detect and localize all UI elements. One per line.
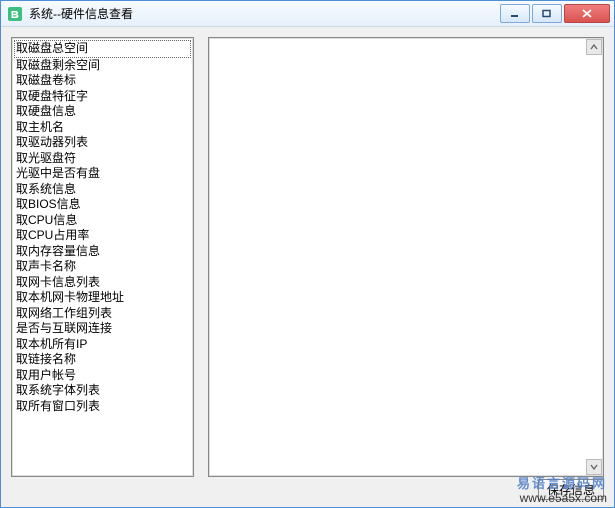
list-item[interactable]: 取声卡名称 — [14, 259, 191, 275]
list-item[interactable]: 取用户帐号 — [14, 368, 191, 384]
close-icon — [581, 9, 593, 19]
list-item[interactable]: 取链接名称 — [14, 352, 191, 368]
list-item[interactable]: 取硬盘信息 — [14, 104, 191, 120]
save-button[interactable]: 保存信息 — [538, 479, 604, 500]
list-item[interactable]: 取CPU信息 — [14, 213, 191, 229]
list-item[interactable]: 取磁盘卷标 — [14, 73, 191, 89]
chevron-up-icon — [590, 43, 598, 51]
list-item[interactable]: 取系统信息 — [14, 182, 191, 198]
list-item[interactable]: 取网络工作组列表 — [14, 306, 191, 322]
minimize-button[interactable] — [500, 4, 530, 23]
list-item[interactable]: 取本机所有IP — [14, 337, 191, 353]
list-item[interactable]: 取CPU占用率 — [14, 228, 191, 244]
list-item[interactable]: 光驱中是否有盘 — [14, 166, 191, 182]
list-item[interactable]: 取内存容量信息 — [14, 244, 191, 260]
list-item[interactable]: 取所有窗口列表 — [14, 399, 191, 415]
function-list[interactable]: 取磁盘总空间取磁盘剩余空间取磁盘卷标取硬盘特征字取硬盘信息取主机名取驱动器列表取… — [11, 37, 194, 477]
app-window: 系统--硬件信息查看 取磁盘总空间取磁盘剩余空间取磁盘卷标取硬盘特征字取硬盘信息… — [0, 0, 615, 508]
chevron-down-icon — [590, 463, 598, 471]
close-button[interactable] — [564, 4, 610, 23]
list-item[interactable]: 取主机名 — [14, 120, 191, 136]
title-bar[interactable]: 系统--硬件信息查看 — [1, 1, 614, 27]
list-item[interactable]: 取光驱盘符 — [14, 151, 191, 167]
list-item[interactable]: 取驱动器列表 — [14, 135, 191, 151]
list-item[interactable]: 取磁盘总空间 — [14, 40, 191, 58]
list-item[interactable]: 取本机网卡物理地址 — [14, 290, 191, 306]
list-item[interactable]: 取BIOS信息 — [14, 197, 191, 213]
window-title: 系统--硬件信息查看 — [29, 5, 500, 22]
minimize-icon — [510, 9, 520, 19]
list-item[interactable]: 取磁盘剩余空间 — [14, 58, 191, 74]
output-panel[interactable] — [208, 37, 604, 477]
panels-row: 取磁盘总空间取磁盘剩余空间取磁盘卷标取硬盘特征字取硬盘信息取主机名取驱动器列表取… — [11, 37, 604, 477]
list-item[interactable]: 取系统字体列表 — [14, 383, 191, 399]
app-icon — [7, 6, 23, 22]
scroll-up-button[interactable] — [586, 39, 602, 55]
list-item[interactable]: 是否与互联网连接 — [14, 321, 191, 337]
list-item[interactable]: 取网卡信息列表 — [14, 275, 191, 291]
scroll-down-button[interactable] — [586, 459, 602, 475]
list-item[interactable]: 取硬盘特征字 — [14, 89, 191, 105]
bottom-toolbar: 保存信息 — [11, 477, 604, 501]
client-area: 取磁盘总空间取磁盘剩余空间取磁盘卷标取硬盘特征字取硬盘信息取主机名取驱动器列表取… — [1, 27, 614, 507]
maximize-icon — [542, 9, 552, 19]
window-controls — [500, 4, 610, 23]
maximize-button[interactable] — [532, 4, 562, 23]
